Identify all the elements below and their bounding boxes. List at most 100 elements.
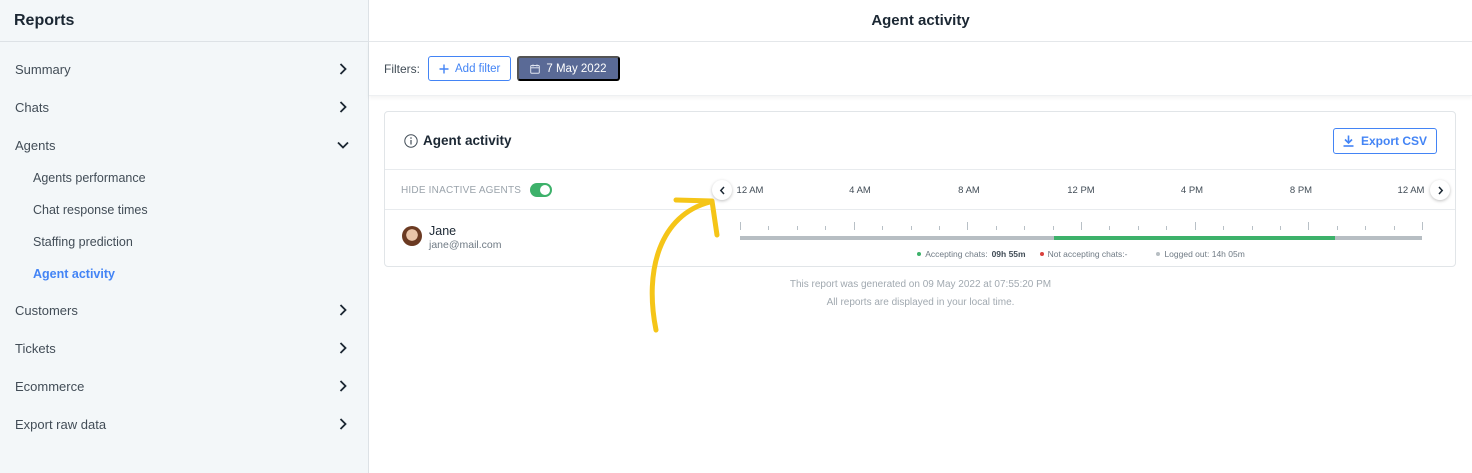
- export-csv-button[interactable]: Export CSV: [1332, 127, 1437, 154]
- timeline-tick: [1365, 226, 1366, 230]
- gray-dot-icon: [1156, 252, 1161, 256]
- sidebar-item-ecommerce[interactable]: Ecommerce: [0, 368, 368, 404]
- sidebar-item-tickets[interactable]: Tickets: [0, 330, 368, 366]
- hide-inactive-label: HIDE INACTIVE AGENTS: [401, 184, 522, 196]
- sidebar-subitem-label: Chat response times: [33, 203, 148, 217]
- timeline-tick: [1024, 226, 1025, 230]
- legend-accepting-value: 09h 55m: [991, 249, 1026, 259]
- sidebar-item-export-raw-data[interactable]: Export raw data: [0, 406, 368, 442]
- info-icon[interactable]: [404, 133, 418, 148]
- timeline-tick: [996, 226, 997, 230]
- card-header: Agent activity Export CSV: [385, 112, 1455, 170]
- chevron-right-icon: [336, 341, 350, 355]
- legend-accepting: Accepting chats: 09h 55m: [917, 249, 1026, 259]
- timeline-prev-button[interactable]: [712, 180, 732, 200]
- time-label: 12 AM: [1397, 184, 1425, 196]
- date-filter-label: 7 May 2022: [546, 62, 607, 75]
- time-label: 8 PM: [1289, 184, 1313, 196]
- timeline-tick: [768, 226, 769, 230]
- legend-not-accepting: Not accepting chats:-: [1039, 249, 1128, 259]
- red-dot-icon: [1039, 252, 1044, 256]
- timeline-tick: [1337, 226, 1338, 230]
- chevron-left-icon: [719, 185, 725, 195]
- agent-email: jane@mail.com: [429, 239, 502, 251]
- sidebar-item-summary[interactable]: Summary: [0, 51, 368, 87]
- sidebar-subitem-label: Staffing prediction: [33, 235, 133, 249]
- sidebar-item-label: Ecommerce: [15, 378, 85, 394]
- avatar: [402, 226, 422, 246]
- hide-inactive-toggle[interactable]: [530, 183, 553, 197]
- chevron-right-icon: [336, 100, 350, 114]
- green-dot-icon: [917, 252, 922, 256]
- time-label: 4 AM: [849, 184, 871, 196]
- timeline-tick: [911, 226, 912, 230]
- sidebar-subitem-label: Agent activity: [33, 267, 115, 281]
- agent-activity-card: Agent activity Export CSV HIDE INACTIVE …: [384, 111, 1456, 267]
- timeline-tick: [939, 226, 940, 230]
- sidebar-title: Reports: [0, 0, 368, 42]
- download-icon: [1343, 135, 1354, 147]
- card-title: Agent activity: [404, 133, 512, 148]
- agent-row: Jane jane@mail.com Accepting chats: 09h …: [385, 210, 1455, 266]
- legend-accepting-label: Accepting chats:: [925, 249, 988, 259]
- timeline-tick: [825, 226, 826, 230]
- report-footer: This report was generated on 09 May 2022…: [369, 276, 1472, 312]
- timeline-tick: [1422, 222, 1423, 230]
- timeline-tick: [1394, 226, 1395, 230]
- add-filter-button[interactable]: Add filter: [428, 56, 512, 81]
- timeline-tick: [1223, 226, 1224, 230]
- export-csv-label: Export CSV: [1360, 133, 1427, 148]
- timeline-tick: [882, 226, 883, 230]
- page-title: Agent activity: [369, 0, 1472, 42]
- timeline-tick: [1138, 226, 1139, 230]
- sidebar-item-label: Tickets: [15, 340, 56, 356]
- timeline-tick: [1308, 222, 1309, 230]
- sidebar-item-chats[interactable]: Chats: [0, 89, 368, 125]
- sidebar-subitem-agent-activity[interactable]: Agent activity: [0, 259, 368, 289]
- sidebar-subitem-agents-performance[interactable]: Agents performance: [0, 163, 368, 193]
- timeline-tick: [1252, 226, 1253, 230]
- legend-not-accepting-label: Not accepting chats:-: [1047, 249, 1128, 259]
- timeline-tick: [967, 222, 968, 230]
- time-label: 4 PM: [1180, 184, 1204, 196]
- timeline-tick: [1109, 226, 1110, 230]
- timeline-controls: HIDE INACTIVE AGENTS 12 AM 4 AM 8 AM 12 …: [385, 170, 1455, 210]
- agent-name: Jane: [429, 224, 457, 238]
- timeline-tick: [1053, 226, 1054, 230]
- sidebar-item-label: Summary: [15, 61, 71, 77]
- chevron-right-icon: [336, 303, 350, 317]
- chevron-right-icon: [336, 379, 350, 393]
- time-label: 8 AM: [958, 184, 980, 196]
- date-filter-button[interactable]: 7 May 2022: [517, 56, 620, 81]
- legend-logged-out: Logged out: 14h 05m: [1156, 249, 1245, 259]
- timeline-next-button[interactable]: [1430, 180, 1450, 200]
- sidebar-item-label: Export raw data: [15, 416, 107, 432]
- card-title-text: Agent activity: [423, 133, 512, 148]
- activity-legend: Accepting chats: 09h 55m Not accepting c…: [740, 249, 1422, 259]
- report-generated-note: This report was generated on 09 May 2022…: [789, 279, 1052, 290]
- sidebar-subitem-chat-response-times[interactable]: Chat response times: [0, 195, 368, 225]
- chevron-right-icon: [336, 417, 350, 431]
- time-label: 12 AM: [736, 184, 764, 196]
- main-content: Agent activity Filters: Add filter 7 May…: [369, 0, 1472, 473]
- hide-inactive-agents: HIDE INACTIVE AGENTS: [401, 170, 553, 210]
- sidebar-item-customers[interactable]: Customers: [0, 292, 368, 328]
- timeline-tick: [1166, 226, 1167, 230]
- timeline-tick: [1081, 222, 1082, 230]
- activity-timeline: Accepting chats: 09h 55m Not accepting c…: [740, 222, 1423, 262]
- calendar-icon: [530, 64, 541, 74]
- accepting-chats-bar: [1053, 236, 1336, 240]
- filters-bar: Filters: Add filter 7 May 2022: [369, 42, 1472, 96]
- sidebar-subitem-label: Agents performance: [33, 171, 146, 185]
- timeline-tick: [740, 222, 741, 230]
- reports-sidebar: Reports Summary Chats Agents Agents perf…: [0, 0, 369, 473]
- sidebar-subitem-staffing-prediction[interactable]: Staffing prediction: [0, 227, 368, 257]
- timeline-tick: [854, 222, 855, 230]
- add-filter-label: Add filter: [455, 62, 501, 75]
- timeline-tick: [1280, 226, 1281, 230]
- plus-icon: [439, 64, 449, 73]
- chevron-right-icon: [1437, 185, 1443, 195]
- timeline-tick: [1195, 222, 1196, 230]
- sidebar-item-agents[interactable]: Agents: [0, 127, 368, 163]
- time-label: 12 PM: [1067, 184, 1095, 196]
